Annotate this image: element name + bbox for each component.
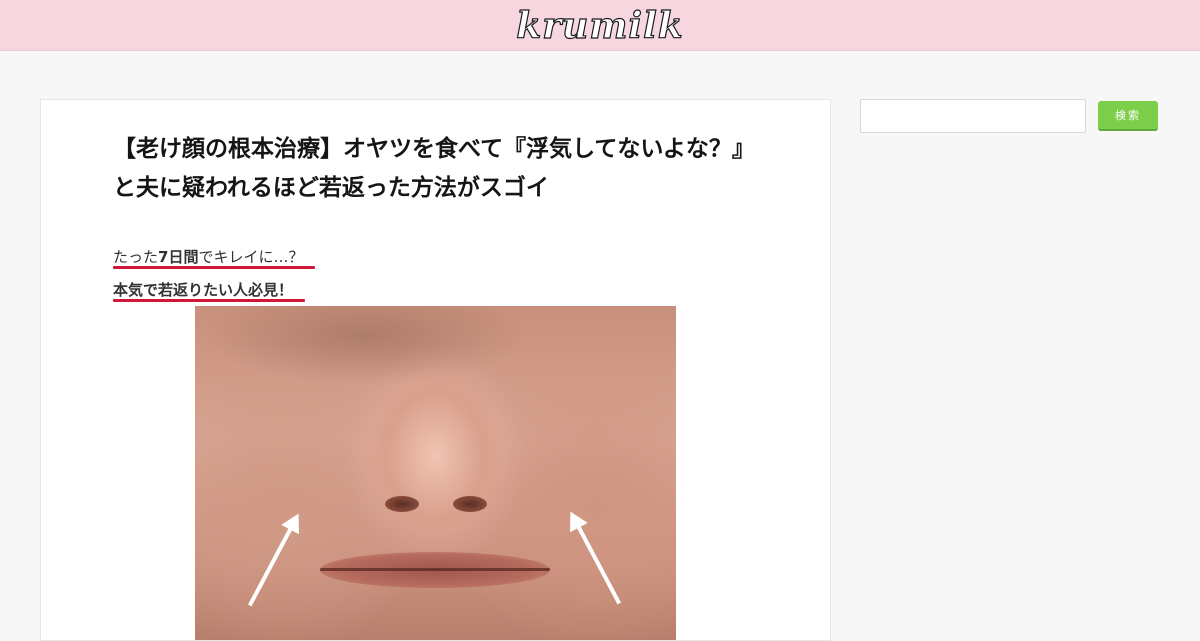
- face-nostril-left: [385, 496, 419, 512]
- article-face-image: [195, 306, 676, 640]
- lead-line-1: たった7日間でキレイに…？: [113, 247, 303, 267]
- lead-1-highlight: 7日間: [158, 248, 199, 266]
- lead-line-2: 本気で若返りたい人必見！: [113, 281, 294, 299]
- lead-2-underline: [113, 299, 305, 302]
- site-logo[interactable]: krumilk: [0, 4, 1200, 47]
- article-card: 【老け顔の根本治療】オヤツを食べて『浮気してないよな？』と夫に疑われるほど若返っ…: [40, 99, 831, 641]
- face-mouth-line: [320, 568, 550, 571]
- article-title: 【老け顔の根本治療】オヤツを食べて『浮気してないよな？』と夫に疑われるほど若返っ…: [113, 136, 755, 201]
- search-input[interactable]: [860, 99, 1086, 133]
- lead-1-post: でキレイに…？: [198, 248, 304, 266]
- arrow-up-left-icon: [247, 525, 294, 607]
- arrow-up-right-icon: [575, 523, 622, 605]
- site-header: krumilk: [0, 0, 1200, 51]
- face-nostril-right: [453, 496, 487, 512]
- search-button[interactable]: 検索: [1098, 101, 1158, 131]
- lead-1-pre: たった: [113, 248, 159, 266]
- lead-1-underline: [113, 266, 315, 269]
- face-nose: [365, 366, 505, 536]
